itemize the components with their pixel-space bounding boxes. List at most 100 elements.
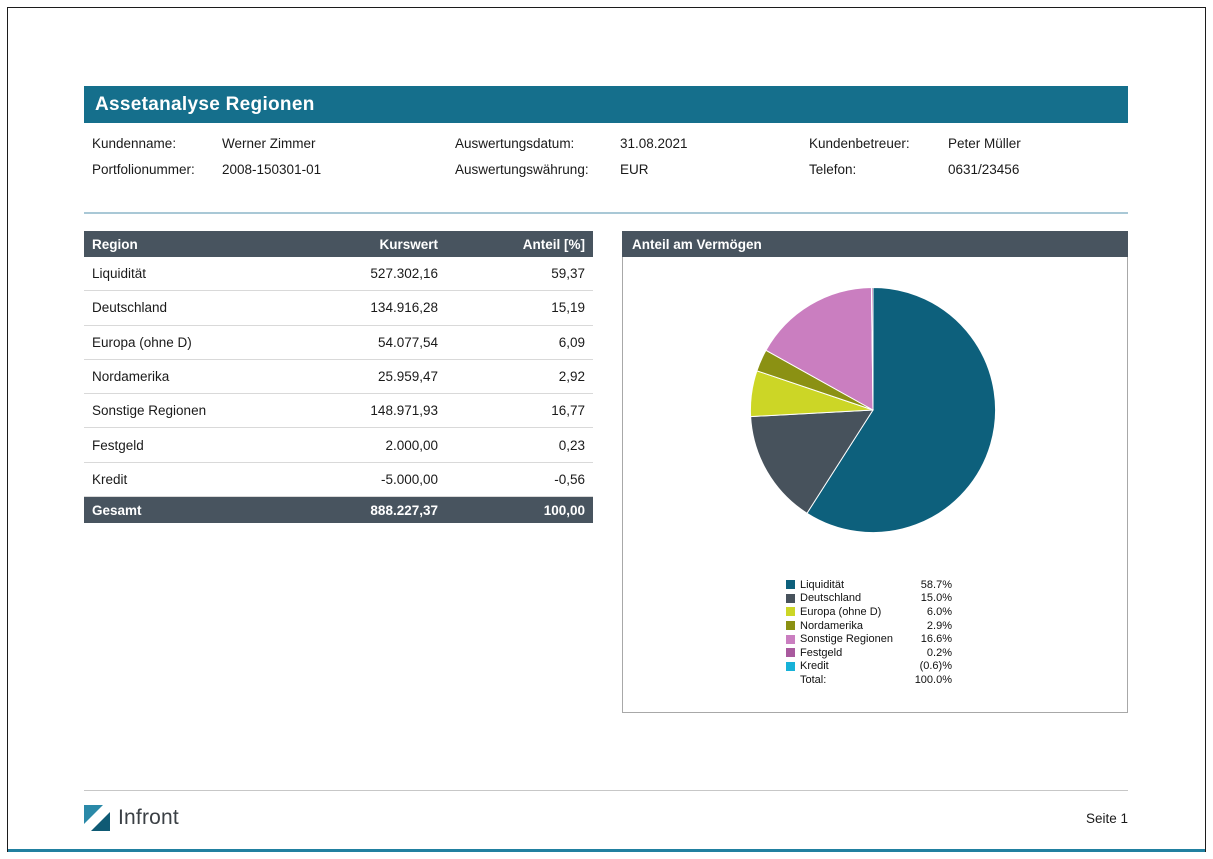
cell-kurswert: 25.959,47 [283,369,438,384]
report-page: Assetanalyse Regionen Kundenname: Werner… [0,0,1213,859]
cell-kurswert: 527.302,16 [283,266,438,281]
cell-region: Europa (ohne D) [84,335,283,350]
legend-swatch [786,607,795,616]
report-footer: Infront Seite 1 [84,802,1128,834]
client-info: Kundenname: Werner Zimmer Auswertungsdat… [84,130,1128,182]
cell-anteil: -0,56 [438,472,593,487]
legend-label: Nordamerika [800,620,906,632]
cell-kurswert: -5.000,00 [283,472,438,487]
legend-swatch [786,648,795,657]
legend-swatch [786,635,795,644]
chart-panel-body: Liquidität 58.7% Deutschland 15.0% Europ… [622,257,1128,713]
legend-percent: 16.6% [906,633,952,645]
infront-logo-icon [84,805,110,831]
table-header-row: Region Kurswert Anteil [%] [84,231,593,257]
pie-chart [748,285,998,535]
legend-row: Deutschland 15.0% [786,592,952,606]
legend-row: Nordamerika 2.9% [786,619,952,633]
brand: Infront [84,805,179,831]
chart-panel-header: Anteil am Vermögen [622,231,1128,257]
column-header-anteil: Anteil [%] [438,237,593,252]
legend-swatch [786,662,795,671]
info-field-label: Portfolionummer: [92,162,222,177]
content-divider [84,212,1128,214]
cell-kurswert: 2.000,00 [283,438,438,453]
chart-panel-title: Anteil am Vermögen [632,237,762,252]
table-row: Europa (ohne D) 54.077,54 6,09 [84,326,593,360]
cell-anteil: 16,77 [438,403,593,418]
table-row: Nordamerika 25.959,47 2,92 [84,360,593,394]
legend-percent: 2.9% [906,620,952,632]
legend-row: Sonstige Regionen 16.6% [786,632,952,646]
legend-label: Europa (ohne D) [800,606,906,618]
cell-anteil: 6,09 [438,335,593,350]
cell-kurswert: 134.916,28 [283,300,438,315]
cell-region: Sonstige Regionen [84,403,283,418]
info-field-label: Kundenbetreuer: [809,136,948,151]
info-field-label: Kundenname: [92,136,222,151]
legend-label: Deutschland [800,592,906,604]
cell-anteil: 0,23 [438,438,593,453]
legend-percent: 0.2% [906,647,952,659]
table-row: Kredit -5.000,00 -0,56 [84,463,593,497]
cell-region: Kredit [84,472,283,487]
legend-label: Festgeld [800,647,906,659]
cell-anteil: 59,37 [438,266,593,281]
info-field-value: 0631/23456 [948,162,1128,177]
legend-row: Europa (ohne D) 6.0% [786,605,952,619]
info-field-value: EUR [620,162,809,177]
footer-divider [84,790,1128,791]
report-title-bar: Assetanalyse Regionen [84,86,1128,123]
cell-kurswert: 54.077,54 [283,335,438,350]
table-total-row: Gesamt 888.227,37 100,00 [84,497,593,523]
legend-row: Festgeld 0.2% [786,646,952,660]
legend-label: Sonstige Regionen [800,633,906,645]
info-field-value: 2008-150301-01 [222,162,455,177]
page-number: Seite 1 [1086,811,1128,826]
table-row: Sonstige Regionen 148.971,93 16,77 [84,394,593,428]
bottom-accent-bar [8,849,1205,852]
cell-anteil: 15,19 [438,300,593,315]
legend-row: Kredit (0.6)% [786,660,952,674]
cell-region: Nordamerika [84,369,283,384]
info-field-label: Auswertungswährung: [455,162,620,177]
cell-anteil: 2,92 [438,369,593,384]
cell-region: Gesamt [84,503,283,518]
legend-percent: 6.0% [906,606,952,618]
table-row: Liquidität 527.302,16 59,37 [84,257,593,291]
legend-swatch [786,621,795,630]
legend-row: Liquidität 58.7% [786,578,952,592]
info-field-value: 31.08.2021 [620,136,809,151]
info-row: Portfolionummer: 2008-150301-01 Auswertu… [84,156,1128,182]
info-field-value: Werner Zimmer [222,136,455,151]
cell-region: Liquidität [84,266,283,281]
legend-label: Total: [800,674,906,686]
cell-anteil: 100,00 [438,503,593,518]
region-table: Region Kurswert Anteil [%] Liquidität 52… [84,231,593,523]
legend-total-row: Total: 100.0% [786,673,952,687]
cell-region: Festgeld [84,438,283,453]
chart-legend: Liquidität 58.7% Deutschland 15.0% Europ… [786,578,952,687]
legend-percent: (0.6)% [906,660,952,672]
legend-percent: 15.0% [906,592,952,604]
brand-name: Infront [118,806,179,830]
legend-swatch [786,594,795,603]
info-field-value: Peter Müller [948,136,1128,151]
legend-label: Liquidität [800,579,906,591]
table-row: Festgeld 2.000,00 0,23 [84,428,593,462]
cell-region: Deutschland [84,300,283,315]
chart-panel: Anteil am Vermögen Liquidität 58.7% Deut… [622,231,1128,713]
table-row: Deutschland 134.916,28 15,19 [84,291,593,325]
info-field-label: Telefon: [809,162,948,177]
legend-percent: 58.7% [906,579,952,591]
legend-swatch [786,580,795,589]
column-header-kurswert: Kurswert [283,237,438,252]
column-header-region: Region [84,237,283,252]
cell-kurswert: 148.971,93 [283,403,438,418]
info-field-label: Auswertungsdatum: [455,136,620,151]
page-title: Assetanalyse Regionen [95,94,315,116]
cell-kurswert: 888.227,37 [283,503,438,518]
legend-percent: 100.0% [906,674,952,686]
legend-label: Kredit [800,660,906,672]
info-row: Kundenname: Werner Zimmer Auswertungsdat… [84,130,1128,156]
